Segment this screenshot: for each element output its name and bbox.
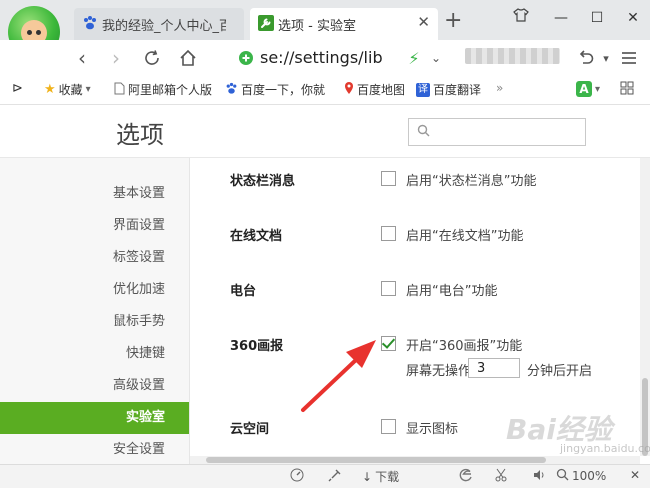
bookmark-baidu[interactable]: 百度一下，你就 xyxy=(225,81,325,98)
new-tab-button[interactable]: + xyxy=(444,8,462,34)
tab-title: 选项 - 实验室 xyxy=(278,19,356,34)
sidebar-item-shortcuts[interactable]: 快捷键 xyxy=(0,338,189,370)
green-a-extension-icon[interactable]: A ▾ xyxy=(576,81,600,97)
radio-checkbox[interactable] xyxy=(381,281,396,296)
download-button[interactable]: ↓ 下载 xyxy=(362,468,399,485)
idle-prefix-label: 屏幕无操作 xyxy=(406,364,472,379)
horizontal-scrollbar[interactable] xyxy=(190,456,640,464)
tab-my-experience[interactable]: 我的经验_个人中心_百度 xyxy=(74,8,244,40)
options-search-input[interactable] xyxy=(408,118,586,146)
paw-icon xyxy=(82,15,98,31)
status-bar: ↓ 下载 100% ✕ xyxy=(0,464,650,488)
bookmark-favorites[interactable]: ★ 收藏 ▾ xyxy=(44,81,91,98)
search-icon xyxy=(417,124,430,141)
cloud-space-checkbox[interactable] xyxy=(381,419,396,434)
edge-logo-icon[interactable] xyxy=(459,468,473,482)
sidebar-toggle-icon[interactable]: ⊳ xyxy=(12,81,23,96)
wrench-icon xyxy=(258,15,274,31)
page-title: 选项 xyxy=(116,121,164,149)
setting-label-cloud-space: 云空间 xyxy=(230,422,270,437)
setting-label-radio: 电台 xyxy=(230,284,257,299)
360-pictorial-option[interactable]: 开启“360画报”功能 xyxy=(406,335,522,354)
sidebar-item-advanced[interactable]: 高级设置 xyxy=(0,370,189,402)
tab-lab[interactable]: 选项 - 实验室 ✕ xyxy=(250,8,438,40)
page-icon xyxy=(114,82,125,98)
setting-label-360-pictorial: 360画报 xyxy=(230,339,284,354)
setting-label-online-docs: 在线文档 xyxy=(230,229,283,244)
status-messages-option[interactable]: 启用“状态栏消息”功能 xyxy=(406,170,536,189)
tab-strip: 我的经验_个人中心_百度 选项 - 实验室 ✕ + — ☐ ✕ xyxy=(0,0,650,40)
status-messages-checkbox[interactable] xyxy=(381,171,396,186)
home-icon[interactable] xyxy=(174,44,202,72)
maximize-button[interactable]: ☐ xyxy=(582,6,612,30)
sidebar-item-lab[interactable]: 实验室 xyxy=(0,402,189,434)
blurred-account-area xyxy=(465,48,560,64)
360-pictorial-checkbox[interactable] xyxy=(381,336,396,351)
horizontal-scrollbar-thumb[interactable] xyxy=(206,457,546,463)
chevron-down-icon[interactable]: ⌄ xyxy=(422,44,450,72)
chevron-down-icon: ▾ xyxy=(85,84,91,95)
menu-icon[interactable] xyxy=(615,44,643,72)
bookmarks-bar: ⊳ ★ 收藏 ▾ 阿里邮箱个人版 百度一下，你就 百度地图 译 百度翻译 » A… xyxy=(0,76,650,105)
close-tab-icon[interactable]: ✕ xyxy=(417,13,430,31)
download-arrow-icon: ↓ xyxy=(362,469,373,484)
zoom-icon xyxy=(556,468,569,484)
options-header: 选项 xyxy=(0,105,650,158)
pin-icon[interactable] xyxy=(328,468,342,482)
refresh-icon[interactable] xyxy=(138,44,166,72)
star-icon: ★ xyxy=(44,82,56,97)
back-arrow-icon[interactable]: ‹ xyxy=(68,44,96,72)
speed-gauge-icon[interactable] xyxy=(290,468,304,482)
close-window-button[interactable]: ✕ xyxy=(618,6,648,30)
zoom-level: 100% xyxy=(572,469,607,483)
cloud-space-option[interactable]: 显示图标 xyxy=(406,418,458,437)
idle-minutes-input[interactable]: 3 xyxy=(468,358,520,378)
bookmark-baidu-map[interactable]: 百度地图 xyxy=(344,81,405,98)
sidebar-item-mouse-gestures[interactable]: 鼠标手势 xyxy=(0,306,189,338)
tab-title: 我的经验_个人中心_百度 xyxy=(102,19,226,34)
volume-icon[interactable] xyxy=(532,468,546,482)
address-text: se://settings/lib xyxy=(260,48,383,67)
minimize-button[interactable]: — xyxy=(546,6,576,30)
translate-icon: 译 xyxy=(416,82,430,97)
baidu-watermark-url: jingyan.baidu.com xyxy=(560,442,650,455)
map-pin-icon xyxy=(344,81,354,98)
sidebar-item-basic[interactable]: 基本设置 xyxy=(0,178,189,210)
forward-arrow-icon[interactable]: › xyxy=(102,44,130,72)
sidebar-item-optimize[interactable]: 优化加速 xyxy=(0,274,189,306)
options-sidebar: 基本设置 界面设置 标签设置 优化加速 鼠标手势 快捷键 高级设置 实验室 安全… xyxy=(0,158,190,464)
sidebar-item-security[interactable]: 安全设置 xyxy=(0,434,189,466)
skin-shirt-icon[interactable] xyxy=(506,6,536,30)
setting-label-status-messages: 状态栏消息 xyxy=(230,174,296,189)
sidebar-item-tabs[interactable]: 标签设置 xyxy=(0,242,189,274)
bookmark-baidu-translate[interactable]: 译 百度翻译 xyxy=(416,81,481,98)
more-bookmarks-icon[interactable]: » xyxy=(496,81,503,95)
idle-suffix-label: 分钟后开启 xyxy=(527,364,593,379)
zoom-control[interactable]: 100% xyxy=(556,468,606,484)
close-status-icon[interactable]: ✕ xyxy=(630,468,640,482)
screenshot-scissors-icon[interactable] xyxy=(494,468,508,482)
sidebar-item-interface[interactable]: 界面设置 xyxy=(0,210,189,242)
vertical-scrollbar[interactable] xyxy=(640,158,650,456)
secure-plus-icon xyxy=(238,50,254,70)
paw-icon xyxy=(225,82,238,98)
online-docs-option[interactable]: 启用“在线文档”功能 xyxy=(406,225,523,244)
apps-grid-icon[interactable] xyxy=(620,81,634,95)
bookmark-aliyun-mail[interactable]: 阿里邮箱个人版 xyxy=(114,81,212,98)
online-docs-checkbox[interactable] xyxy=(381,226,396,241)
radio-option[interactable]: 启用“电台”功能 xyxy=(406,280,497,299)
